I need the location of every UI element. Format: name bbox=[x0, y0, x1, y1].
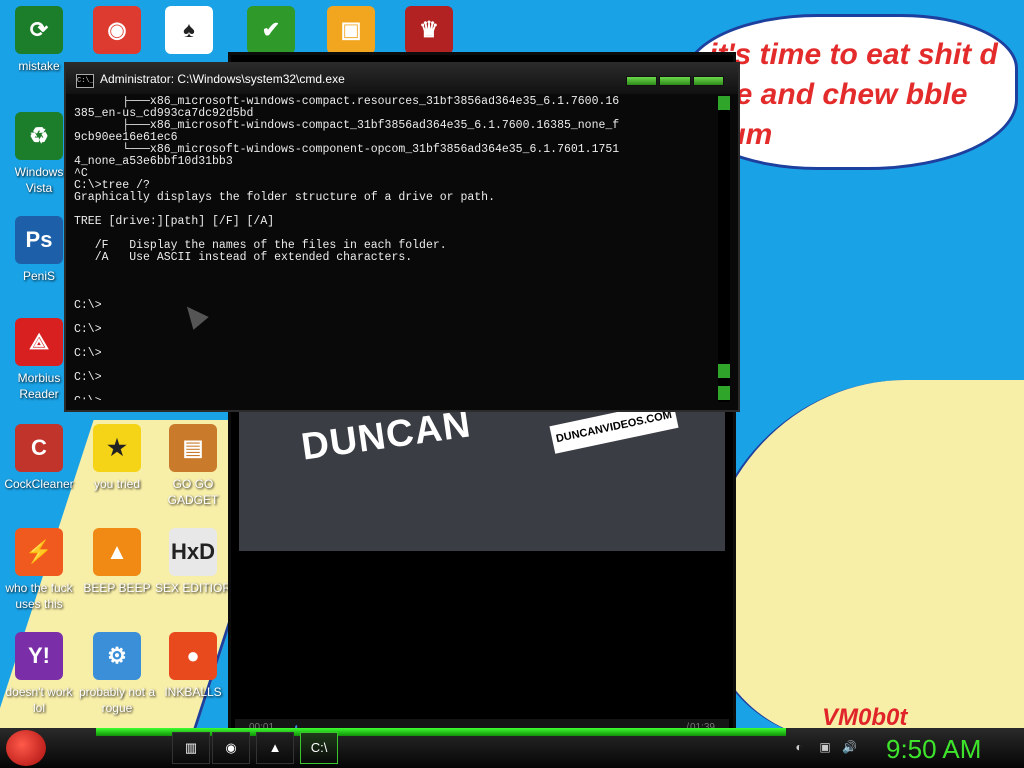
tray-icon[interactable]: ▣ bbox=[818, 740, 832, 754]
cmd-window[interactable]: C:\_ Administrator: C:\Windows\system32\… bbox=[64, 62, 740, 412]
taskbar-button-chrome[interactable]: ◉ bbox=[212, 732, 250, 764]
cmd-app-icon[interactable]: C:\_ bbox=[76, 74, 94, 88]
app-icon: Ps bbox=[15, 216, 63, 264]
app-icon: Y! bbox=[15, 632, 63, 680]
desktop-icon[interactable]: ♛ bbox=[390, 6, 468, 58]
desktop: it's time to eat shit d die and chew bbl… bbox=[0, 0, 1024, 768]
desktop-icon-label: SEX EDITIOR bbox=[154, 581, 231, 595]
desktop-icon[interactable]: ★ you tried bbox=[78, 424, 156, 492]
console-line: C:\> bbox=[74, 299, 102, 312]
desktop-icon[interactable]: ◉ bbox=[78, 6, 156, 58]
taskbar-button-explorer[interactable]: ▥ bbox=[172, 732, 210, 764]
console-line: ^C bbox=[74, 167, 88, 180]
desktop-icon-label: CockCleaner bbox=[4, 477, 74, 491]
desktop-icon-label: INKBALLS bbox=[164, 685, 222, 699]
console-line: 4_none_a53e6bbf10d31bb3 bbox=[74, 155, 233, 168]
maximize-button[interactable] bbox=[659, 76, 691, 86]
video-text: DUNCAN bbox=[298, 411, 474, 469]
desktop-icon-label: GO GO GADGET bbox=[167, 477, 219, 507]
desktop-icon[interactable]: ⚙ probably not a rogue bbox=[78, 632, 156, 716]
console-line: C:\> bbox=[74, 371, 102, 384]
app-icon: ⚡ bbox=[15, 528, 63, 576]
console-line: /A Use ASCII instead of extended charact… bbox=[74, 251, 413, 264]
desktop-icon[interactable]: C CockCleaner bbox=[0, 424, 78, 492]
app-icon: ✔ bbox=[247, 6, 295, 54]
window-controls bbox=[626, 76, 724, 86]
app-icon: ⚙ bbox=[93, 632, 141, 680]
clock[interactable]: 9:50 AM bbox=[886, 734, 981, 765]
desktop-icon[interactable]: ▣ bbox=[312, 6, 390, 58]
scroll-up-button[interactable] bbox=[718, 96, 730, 110]
app-icon: ▣ bbox=[327, 6, 375, 54]
desktop-icon-label: probably not a rogue bbox=[78, 685, 156, 715]
console-output[interactable]: ├───x86_microsoft-windows-compact.resour… bbox=[74, 96, 714, 400]
desktop-icon[interactable]: ▲ BEEP BEEP bbox=[78, 528, 156, 596]
tray-icon[interactable]: 🔊 bbox=[842, 740, 857, 754]
taskbar-button-cmd[interactable]: C:\ bbox=[300, 732, 338, 764]
desktop-icon-label: BEEP BEEP bbox=[83, 581, 151, 595]
taskbar-button-vlc[interactable]: ▲ bbox=[256, 732, 294, 764]
desktop-icon[interactable]: ♠ bbox=[150, 6, 228, 58]
app-icon: ♠ bbox=[165, 6, 213, 54]
app-icon: ▤ bbox=[169, 424, 217, 472]
wallpaper-drawing-right bbox=[700, 380, 1024, 740]
scroll-down-button[interactable] bbox=[718, 386, 730, 400]
start-button[interactable] bbox=[6, 730, 46, 766]
desktop-icon-label: who the fuck uses this bbox=[5, 581, 73, 611]
scrollbar[interactable] bbox=[718, 96, 730, 402]
app-icon: ⟁ bbox=[15, 318, 63, 366]
desktop-icon[interactable]: Y! doesn't work lol bbox=[0, 632, 78, 716]
tray-icon[interactable]: ◐ bbox=[792, 740, 806, 754]
video-url-text: DUNCANVIDEOS.COM bbox=[549, 411, 679, 454]
console-line: C:\> bbox=[74, 323, 102, 336]
app-icon: HxD bbox=[169, 528, 217, 576]
app-icon: ★ bbox=[93, 424, 141, 472]
desktop-icon-label: you tried bbox=[93, 477, 141, 491]
app-icon: ♛ bbox=[405, 6, 453, 54]
scroll-thumb[interactable] bbox=[718, 364, 730, 378]
cmd-titlebar[interactable]: C:\_ Administrator: C:\Windows\system32\… bbox=[66, 64, 738, 94]
console-line: C:\> bbox=[74, 396, 714, 401]
minimize-button[interactable] bbox=[626, 76, 658, 86]
video-frame[interactable]: DUNCAN DUNCANVIDEOS.COM bbox=[239, 411, 725, 551]
app-icon: ♻ bbox=[15, 112, 63, 160]
app-icon: ⟳ bbox=[15, 6, 63, 54]
desktop-icon[interactable]: ✔ bbox=[232, 6, 310, 58]
console-line: TREE [drive:][path] [/F] [/A] bbox=[74, 215, 275, 228]
console-line: C:\> bbox=[74, 347, 102, 360]
desktop-icon-label: doesn't work lol bbox=[5, 685, 73, 715]
console-line: Graphically displays the folder structur… bbox=[74, 191, 495, 204]
desktop-icon[interactable]: ▤ GO GO GADGET bbox=[154, 424, 232, 508]
close-button[interactable] bbox=[692, 76, 724, 86]
taskbar: ▥ ◉ ▲ C:\ ◐ ▣ 🔊 9:50 AM bbox=[0, 728, 1024, 768]
app-icon: ◉ bbox=[93, 6, 141, 54]
desktop-icon[interactable]: HxD SEX EDITIOR bbox=[154, 528, 232, 596]
cmd-window-title: Administrator: C:\Windows\system32\cmd.e… bbox=[100, 72, 345, 86]
desktop-icon[interactable]: ● INKBALLS bbox=[154, 632, 232, 700]
desktop-icon[interactable]: ⚡ who the fuck uses this bbox=[0, 528, 78, 612]
app-icon: ▲ bbox=[93, 528, 141, 576]
app-icon: C bbox=[15, 424, 63, 472]
app-icon: ● bbox=[169, 632, 217, 680]
speech-bubble-text: it's time to eat shit d die and chew bbl… bbox=[709, 38, 998, 151]
